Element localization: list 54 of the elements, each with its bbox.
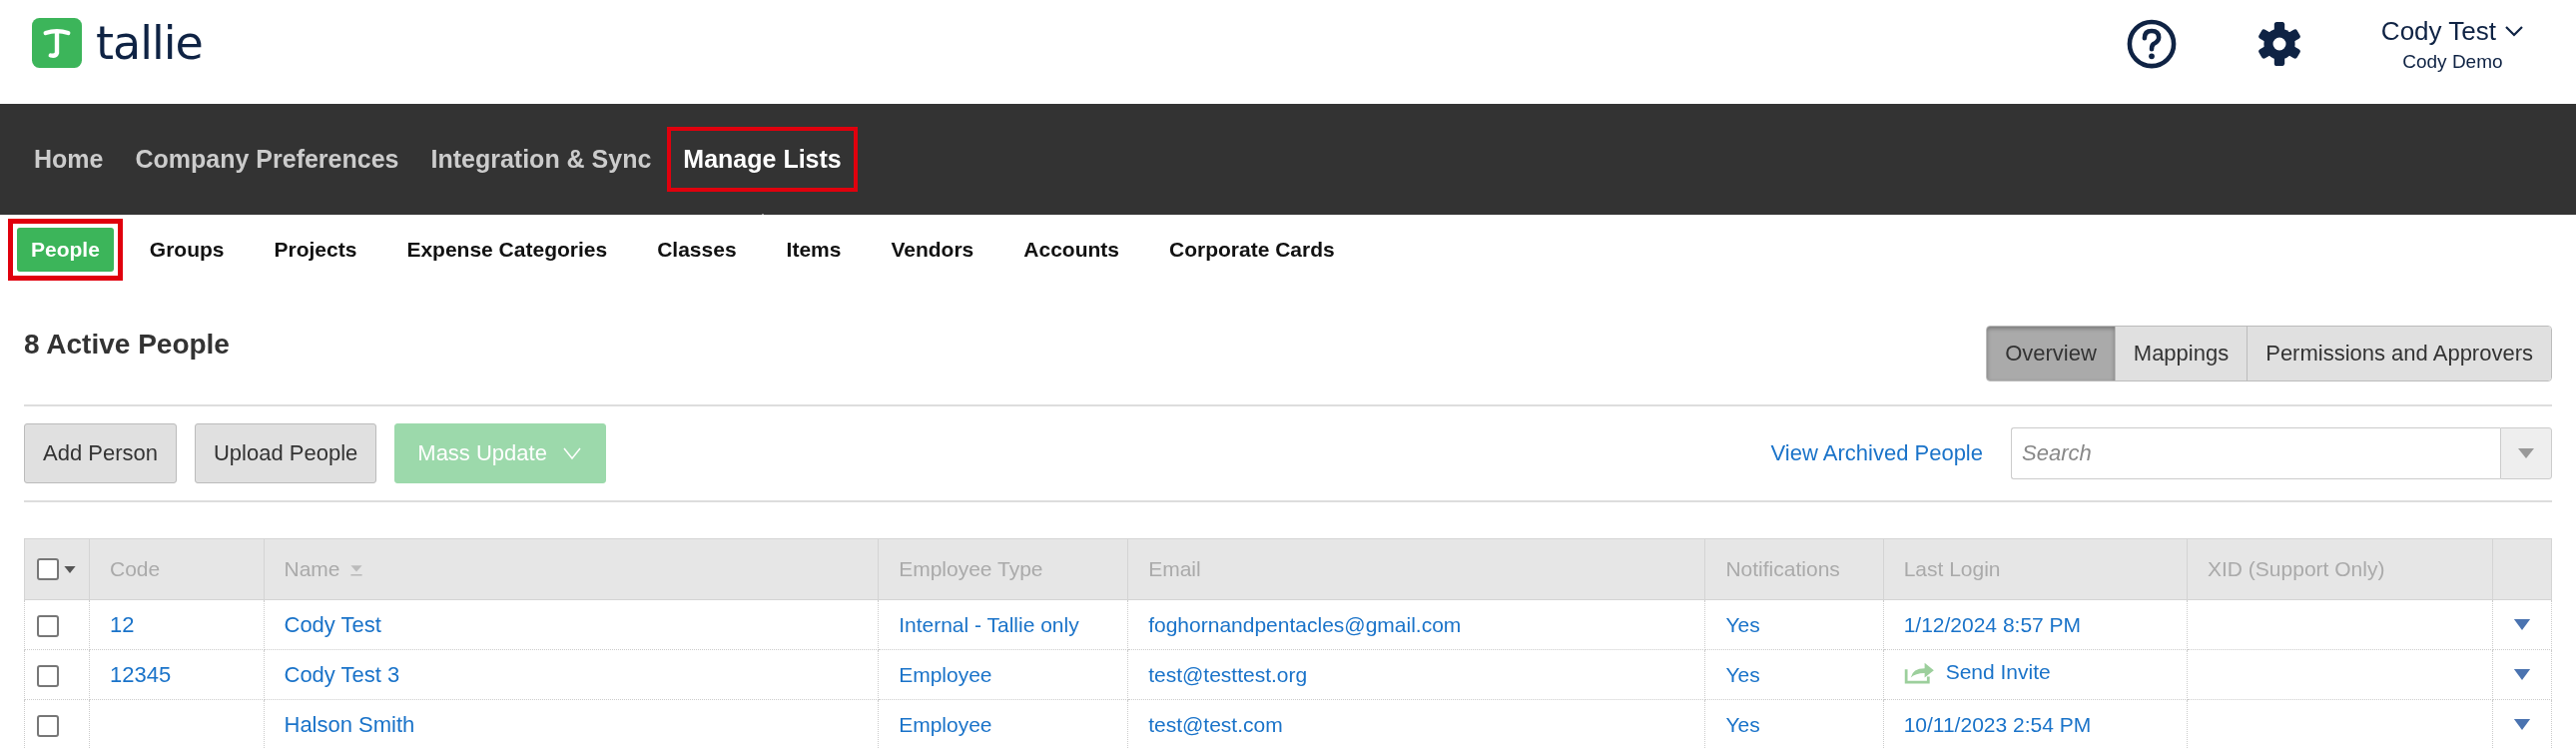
table-cell: 1/12/2024 8:57 PM: [1903, 612, 2082, 636]
row-menu-caret-icon[interactable]: [2512, 718, 2531, 731]
logo-icon: [32, 18, 82, 68]
row-menu-caret-icon[interactable]: [2512, 668, 2531, 681]
select-all-checkbox[interactable]: [37, 558, 59, 580]
table-cell: Employee: [899, 712, 992, 736]
row-menu-caret-icon[interactable]: [2512, 618, 2531, 631]
share-arrow-icon: [1903, 660, 1936, 684]
sort-icon: [347, 563, 364, 578]
search-field[interactable]: Search: [2011, 427, 2500, 479]
chevron-down-icon: [560, 446, 583, 460]
page-title: 8 Active People: [24, 329, 230, 361]
help-icon[interactable]: [2125, 18, 2178, 70]
view-archived-link[interactable]: View Archived People: [1770, 440, 1983, 466]
sub-nav-tab[interactable]: Accounts: [1009, 228, 1133, 272]
view-tab[interactable]: Permissions and Approvers: [2247, 327, 2551, 380]
row-checkbox[interactable]: [37, 664, 59, 687]
main-nav-tab[interactable]: Manage Lists: [671, 137, 854, 182]
logo-text: tallie: [96, 16, 203, 70]
table-cell: Employee: [899, 662, 992, 686]
caret-down-icon: [2516, 446, 2536, 460]
chevron-down-icon: [2504, 25, 2524, 37]
view-tab[interactable]: Overview: [1987, 327, 2115, 380]
main-nav-tab[interactable]: Integration & Sync: [418, 137, 664, 182]
table-cell: foghornandpentacles@gmail.com: [1148, 612, 1462, 636]
table-cell: Yes: [1725, 712, 1760, 736]
table-cell: test@test.com: [1148, 712, 1283, 736]
toolbar-button[interactable]: Add Person: [24, 423, 177, 483]
table-cell: Yes: [1725, 612, 1760, 636]
sub-nav-tab[interactable]: Projects: [260, 228, 371, 272]
sub-nav-tab[interactable]: Items: [772, 228, 856, 272]
name-link[interactable]: Halson Smith: [284, 711, 415, 737]
sub-nav-tab[interactable]: Classes: [643, 228, 751, 272]
sub-nav-tab[interactable]: Groups: [135, 228, 239, 272]
user-menu[interactable]: Cody Test Cody Demo: [2380, 15, 2524, 73]
toolbar-button[interactable]: Upload People: [194, 423, 377, 483]
sub-nav-tab[interactable]: Corporate Cards: [1155, 228, 1349, 272]
table-cell: test@testtest.org: [1148, 662, 1308, 686]
sub-nav-tab[interactable]: Expense Categories: [392, 228, 622, 272]
view-tab[interactable]: Mappings: [2114, 327, 2248, 380]
code-link[interactable]: 12: [110, 611, 135, 637]
name-link[interactable]: Cody Test: [284, 611, 381, 637]
name-link[interactable]: Cody Test 3: [284, 661, 400, 687]
table-cell: Yes: [1725, 662, 1760, 686]
sub-nav-tab[interactable]: Vendors: [877, 228, 988, 272]
main-nav-tab[interactable]: Home: [22, 137, 116, 182]
main-nav-tab[interactable]: Company Preferences: [123, 137, 411, 182]
search-dropdown-button[interactable]: [2500, 427, 2552, 479]
code-link[interactable]: 12345: [110, 661, 172, 687]
row-checkbox[interactable]: [37, 714, 59, 737]
row-checkbox[interactable]: [37, 614, 59, 637]
table-cell: Internal - Tallie only: [899, 612, 1079, 636]
table-cell: 10/11/2023 2:54 PM: [1903, 712, 2092, 736]
caret-down-icon[interactable]: [63, 563, 77, 575]
